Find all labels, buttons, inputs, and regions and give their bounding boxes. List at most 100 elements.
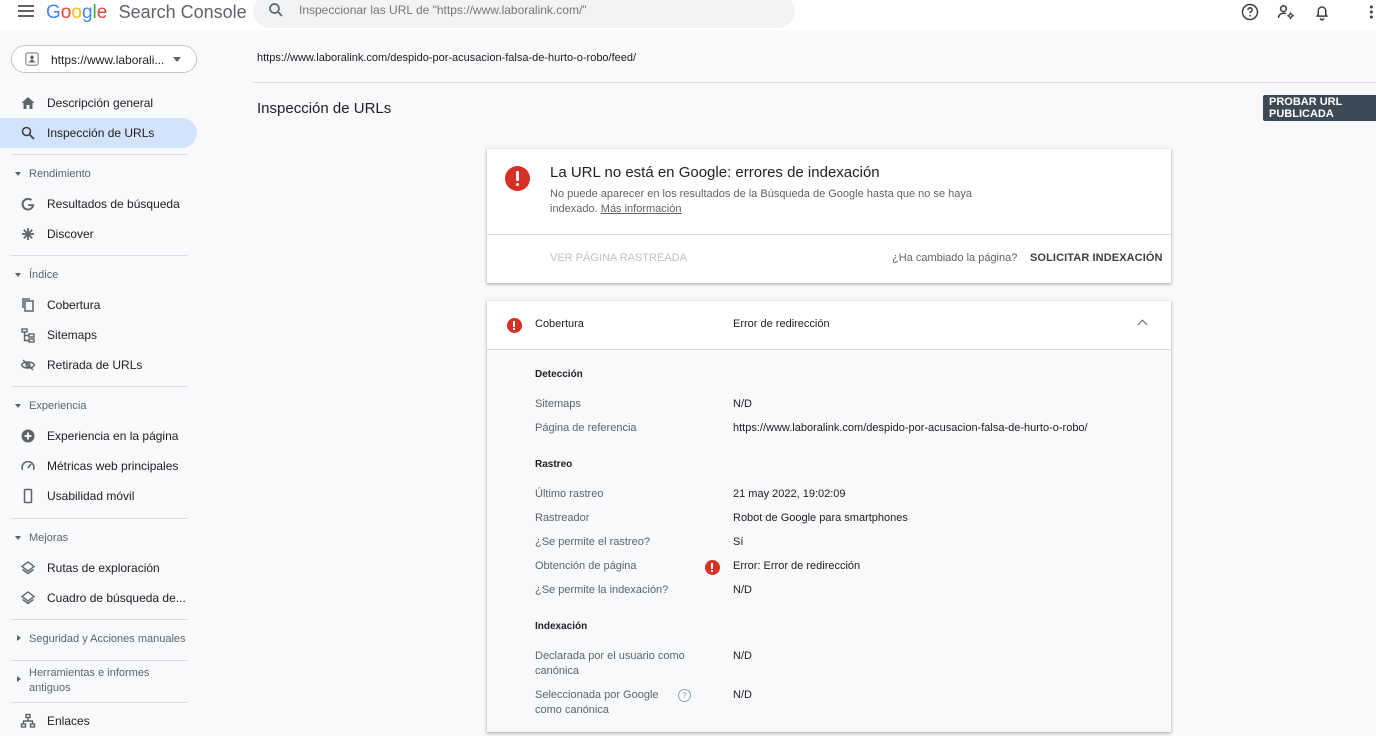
section-security[interactable]: Seguridad y Acciones manuales (0, 632, 197, 647)
smartphone-icon (23, 488, 33, 504)
top-bar: Google Search Console (0, 0, 1376, 30)
section-index[interactable]: Índice (0, 268, 197, 283)
sidebar-item-label: Discover (47, 227, 94, 241)
learn-more-link[interactable]: Más información (601, 203, 682, 215)
sidebar-item-label: Usabilidad móvil (47, 489, 135, 503)
logo-letter: G (46, 2, 61, 23)
search-icon (21, 126, 35, 140)
status-title: La URL no está en Google: errores de ind… (550, 164, 880, 181)
detail-label: Declarada por el usuario como canónica (535, 650, 685, 677)
sidebar-divider (11, 619, 188, 620)
inspected-url: https://www.laboralink.com/despido-por-a… (257, 52, 637, 64)
sidebar-divider (11, 518, 188, 519)
coverage-details: Detección Sitemaps N/D Página de referen… (487, 350, 1171, 732)
chevron-down-icon (15, 172, 21, 176)
section-legacy-tools[interactable]: Herramientas e informes antiguos (0, 666, 197, 696)
chevron-down-icon (15, 536, 21, 540)
crawl-heading: Rastreo (535, 459, 573, 470)
view-crawled-page-button[interactable]: VER PÁGINA RASTREADA (550, 252, 687, 264)
detail-value: Robot de Google para smartphones (733, 512, 908, 524)
sidebar-item-coverage[interactable]: Cobertura (0, 290, 197, 320)
section-label: Seguridad y Acciones manuales (29, 633, 186, 645)
section-label: Experiencia (29, 400, 87, 412)
page-experience-icon (21, 429, 35, 443)
sidebar-item-sitemaps[interactable]: Sitemaps (0, 320, 197, 350)
sidebar-item-breadcrumbs[interactable]: Rutas de exploración (0, 553, 197, 583)
url-inspection-search[interactable] (253, 0, 795, 28)
notifications-icon[interactable] (1312, 2, 1332, 22)
discovery-heading: Detección (535, 369, 583, 380)
detail-label: Seleccionada por Google como canónica (535, 689, 659, 716)
header-divider (253, 82, 1376, 83)
error-icon (505, 166, 530, 191)
sidebar-item-label: Retirada de URLs (47, 358, 143, 372)
property-label: https://www.laborali... (51, 53, 165, 67)
main-menu-icon[interactable] (18, 3, 34, 17)
sidebar-item-label: Experiencia en la página (47, 429, 179, 443)
section-label: Herramientas e informes antiguos (29, 667, 150, 694)
detail-value: Error: Error de redirección (733, 560, 861, 572)
coverage-status: Error de redirección (733, 318, 830, 330)
speed-gauge-icon (21, 460, 35, 471)
logo-letter: e (96, 2, 108, 23)
sidebar-item-label: Cuadro de búsqueda de... (47, 591, 186, 605)
layers-icon (20, 561, 36, 575)
section-enhancements[interactable]: Mejoras (0, 531, 197, 546)
search-icon (269, 3, 283, 17)
home-icon (21, 97, 35, 109)
sidebar-item-sitelinks-searchbox[interactable]: Cuadro de búsqueda de... (0, 583, 197, 613)
sidebar-item-label: Cobertura (47, 298, 101, 312)
section-label: Índice (29, 269, 59, 281)
chevron-down-icon (173, 57, 181, 62)
layers-icon (20, 591, 36, 605)
referring-page-link[interactable]: https://www.laboralink.com/despido-por-a… (733, 422, 1088, 434)
sidebar-divider (11, 386, 188, 387)
sidebar-item-removals[interactable]: Retirada de URLs (0, 350, 197, 380)
sidebar-divider (11, 154, 188, 155)
error-icon (705, 560, 720, 575)
sidebar-item-label: Rutas de exploración (47, 561, 160, 575)
section-experience[interactable]: Experiencia (0, 399, 197, 414)
sidebar-item-search-results[interactable]: Resultados de búsqueda (0, 189, 197, 219)
logo-letter: g (81, 2, 93, 23)
property-selector[interactable]: https://www.laborali... (11, 45, 197, 73)
sidebar-item-page-experience[interactable]: Experiencia en la página (0, 421, 197, 451)
chevron-right-icon (17, 676, 21, 682)
section-label: Mejoras (29, 532, 69, 544)
chevron-up-icon[interactable] (1137, 319, 1148, 330)
sidebar-item-label: Resultados de búsqueda (47, 197, 180, 211)
sidebar-divider (11, 660, 188, 661)
detail-label: Último rastreo (535, 488, 604, 500)
help-icon[interactable]: ? (678, 689, 691, 702)
detail-value: N/D (733, 584, 752, 596)
more-vert-icon[interactable] (1362, 2, 1374, 22)
links-tree-icon (20, 713, 36, 728)
manage-users-icon[interactable] (1276, 2, 1296, 22)
detail-value: N/D (733, 398, 752, 410)
page-changed-question: ¿Ha cambiado la página? (892, 252, 1018, 264)
test-live-url-button[interactable]: PROBAR URL PUBLICADA (1263, 95, 1376, 121)
chevron-down-icon (15, 273, 21, 277)
indexing-heading: Indexación (535, 621, 588, 632)
help-icon[interactable] (1240, 2, 1260, 22)
google-g-icon (21, 197, 35, 211)
sidebar-item-core-web-vitals[interactable]: Métricas web principales (0, 451, 197, 481)
search-console-logo[interactable]: Google Search Console (46, 0, 247, 25)
request-indexing-button[interactable]: SOLICITAR INDEXACIÓN (1030, 252, 1163, 264)
sidebar-item-overview[interactable]: Descripción general (0, 88, 197, 118)
sidebar-item-discover[interactable]: Discover (0, 219, 197, 249)
sidebar-item-mobile-usability[interactable]: Usabilidad móvil (0, 481, 197, 511)
section-performance[interactable]: Rendimiento (0, 167, 197, 182)
coverage-header[interactable]: Cobertura Error de redirección (487, 301, 1171, 349)
chevron-right-icon (17, 635, 21, 641)
visibility-off-icon (20, 359, 36, 371)
coverage-label: Cobertura (535, 318, 584, 330)
card-divider (487, 234, 1171, 235)
property-icon (25, 52, 39, 66)
detail-label: Sitemaps (535, 398, 581, 410)
chevron-down-icon (15, 404, 21, 408)
detail-label: ¿Se permite la indexación? (535, 584, 669, 596)
search-input[interactable] (297, 2, 781, 18)
sidebar-item-url-inspection[interactable]: Inspección de URLs (0, 118, 197, 148)
google-wordmark: Google (46, 2, 113, 23)
